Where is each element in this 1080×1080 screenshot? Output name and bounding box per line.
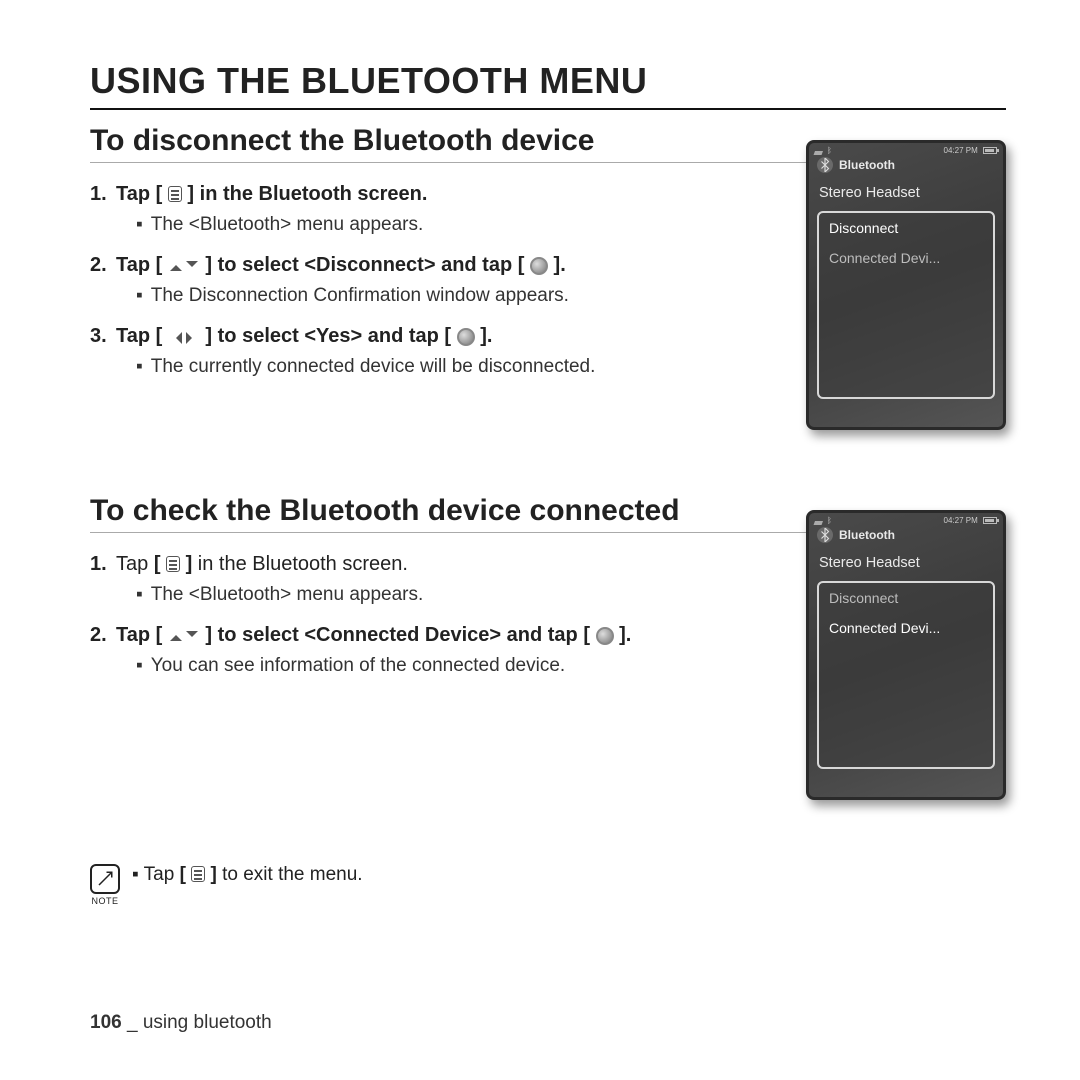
device-screen-title: Bluetooth xyxy=(839,528,895,542)
device-menu-item[interactable]: Disconnect xyxy=(819,583,993,613)
instruction-step: 1.Tap [ ] in the Bluetooth screen. ▪The … xyxy=(90,551,730,608)
page-number: 106 xyxy=(90,1012,122,1033)
section: To check the Bluetooth device connected … xyxy=(90,494,1006,814)
device-time: 04:27 PM xyxy=(944,516,978,525)
battery-icon xyxy=(983,147,997,154)
device-mockup: ᛒ 04:27 PM Bluetooth Stereo Headset Disc… xyxy=(806,140,1006,430)
bt-indicator-icon: ᛒ xyxy=(827,516,832,525)
right-icon xyxy=(186,332,198,344)
bt-indicator-icon: ᛒ xyxy=(827,146,832,155)
device-popup: DisconnectConnected Devi... xyxy=(817,211,995,399)
section: To disconnect the Bluetooth device 1.Tap… xyxy=(90,124,1006,444)
select-icon xyxy=(596,627,614,645)
menu-icon xyxy=(166,556,180,572)
device-menu-item[interactable]: Connected Devi... xyxy=(819,613,993,643)
instruction-step: 1.Tap [ ] in the Bluetooth screen. ▪The … xyxy=(90,181,730,238)
device-header: Stereo Headset xyxy=(809,549,1003,577)
page-footer: 106 _ using bluetooth xyxy=(90,1012,272,1034)
device-screen-title: Bluetooth xyxy=(839,158,895,172)
device-mockup: ᛒ 04:27 PM Bluetooth Stereo Headset Disc… xyxy=(806,510,1006,800)
menu-icon xyxy=(191,866,205,882)
bluetooth-icon xyxy=(817,157,833,173)
device-header: Stereo Headset xyxy=(809,179,1003,207)
device-menu-item[interactable]: Disconnect xyxy=(819,213,993,243)
instruction-step: 2.Tap [ ] to select <Connected Device> a… xyxy=(90,622,730,679)
down-icon xyxy=(186,261,198,273)
note-icon xyxy=(90,864,120,894)
chapter-name: using bluetooth xyxy=(143,1012,272,1033)
select-icon xyxy=(530,257,548,275)
battery-icon xyxy=(983,517,997,524)
select-icon xyxy=(457,328,475,346)
note-row: NOTE ▪ Tap [ ] to exit the menu. xyxy=(90,864,1006,906)
left-icon xyxy=(170,332,182,344)
up-icon xyxy=(170,259,182,271)
down-icon xyxy=(186,631,198,643)
bluetooth-icon xyxy=(817,527,833,543)
device-time: 04:27 PM xyxy=(944,146,978,155)
instruction-step: 3.Tap [ ] to select <Yes> and tap [ ]. ▪… xyxy=(90,323,730,380)
note-text: ▪ Tap [ ] to exit the menu. xyxy=(132,864,363,886)
signal-icon xyxy=(814,517,825,525)
signal-icon xyxy=(814,147,825,155)
device-popup: DisconnectConnected Devi... xyxy=(817,581,995,769)
page-title: USING THE BLUETOOTH MENU xyxy=(90,60,1006,110)
instruction-step: 2.Tap [ ] to select <Disconnect> and tap… xyxy=(90,252,730,309)
menu-icon xyxy=(168,186,182,202)
note-label: NOTE xyxy=(90,896,120,906)
up-icon xyxy=(170,629,182,641)
device-menu-item[interactable]: Connected Devi... xyxy=(819,243,993,273)
